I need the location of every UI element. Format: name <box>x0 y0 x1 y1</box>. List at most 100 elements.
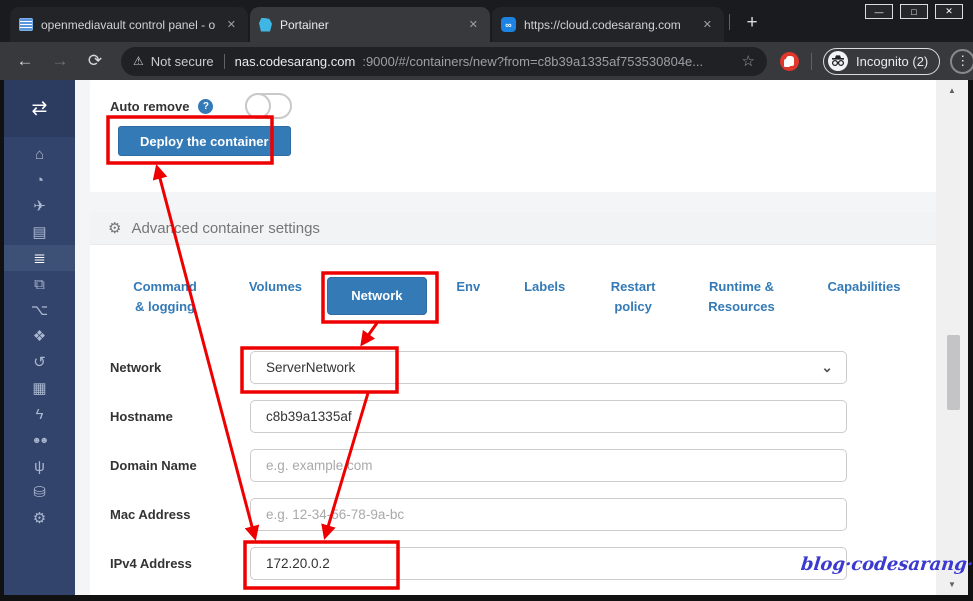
settings-gear-icon: ⚙ <box>108 220 122 237</box>
stacks-icon: ▤ <box>32 224 47 241</box>
openmediavault-favicon <box>19 18 33 31</box>
auto-remove-toggle[interactable] <box>245 93 293 119</box>
portainer-sidebar: ⇄ ⌂ ◔ ✈ ▤ ≣ ⧉ ⌥ ❖ ↺ ▦ ϟ ☻☻ ψ ⛁ ⚙ <box>4 80 75 595</box>
tab-title: Portainer <box>280 17 329 32</box>
hostname-label: Hostname <box>110 409 173 425</box>
toolbar-separator <box>811 52 812 70</box>
hand-icon <box>785 56 794 66</box>
network-form: Network ServerNetwork ⌄ Hostname Domain … <box>90 351 936 581</box>
blog-watermark: blog·codesarang·com <box>799 554 973 575</box>
collapse-arrows-icon: ⇄ <box>31 98 48 119</box>
advanced-settings-panel: ⚙ Advanced container settings Command & … <box>90 212 936 595</box>
minimize-button[interactable]: — <box>865 4 893 19</box>
dashboard-icon: ◔ <box>34 171 45 189</box>
auto-remove-row: Auto remove ? <box>90 80 936 119</box>
tab-portainer[interactable]: Portainer ✕ <box>250 7 490 42</box>
not-secure-label[interactable]: Not secure <box>151 54 214 69</box>
back-icon[interactable]: ← <box>14 51 36 71</box>
tab-runtime-resources[interactable]: Runtime & Resources <box>687 277 797 317</box>
domain-name-input[interactable] <box>250 449 847 483</box>
tab-close-icon[interactable]: ✕ <box>224 18 239 31</box>
users-icon: ☻☻ <box>32 435 49 445</box>
deploy-panel: Auto remove ? Deploy the container <box>90 80 936 192</box>
advanced-settings-header: ⚙ Advanced container settings <box>90 212 936 245</box>
scrollbar-thumb[interactable] <box>947 335 960 410</box>
tab-env[interactable]: Env <box>438 277 498 297</box>
chevron-down-icon: ⌄ <box>821 359 833 376</box>
window-controls: — □ ✕ <box>865 4 963 19</box>
sidebar-item-networks[interactable]: ⌥ <box>4 297 75 323</box>
sidebar-item-host[interactable]: ▦ <box>4 375 75 401</box>
sidebar-item-users[interactable]: ☻☻ <box>4 427 75 453</box>
sidebar-item-containers[interactable]: ≣ <box>4 245 75 271</box>
tab-openmediavault[interactable]: openmediavault control panel - o ✕ <box>10 7 248 42</box>
warning-icon: ⚠ <box>133 54 144 68</box>
close-button[interactable]: ✕ <box>935 4 963 19</box>
sidebar-item-registries[interactable]: ⛁ <box>4 479 75 505</box>
home-icon: ⌂ <box>34 145 45 163</box>
tab-labels[interactable]: Labels <box>510 277 580 297</box>
advanced-settings-title: Advanced container settings <box>131 219 320 237</box>
tab-title: https://cloud.codesarang.com <box>524 17 681 32</box>
network-row: Network ServerNetwork ⌄ <box>90 351 936 385</box>
hostname-row: Hostname <box>90 400 936 434</box>
cubes-icon: ❖ <box>32 328 47 345</box>
browser-toolbar: ← → ⟳ ⚠ Not secure nas.codesarang.com :9… <box>0 42 973 80</box>
auto-remove-label: Auto remove <box>110 98 190 114</box>
plug-icon: ψ <box>34 457 45 475</box>
sidebar-item-dashboard[interactable]: ◔ <box>4 167 75 193</box>
domain-name-label: Domain Name <box>110 458 197 474</box>
mac-row: Mac Address <box>90 498 936 532</box>
new-tab-button[interactable]: + <box>739 10 765 36</box>
page-scrollbar[interactable]: ▲ ▼ <box>936 80 968 595</box>
sidebar-items: ⌂ ◔ ✈ ▤ ≣ ⧉ ⌥ ❖ ↺ ▦ ϟ ☻☻ ψ ⛁ ⚙ <box>4 137 75 531</box>
deploy-container-button[interactable]: Deploy the container <box>118 126 291 156</box>
sidebar-item-images[interactable]: ⧉ <box>4 271 75 297</box>
scroll-up-arrow[interactable]: ▲ <box>936 86 968 95</box>
sidebar-collapse-button[interactable]: ⇄ <box>4 80 75 137</box>
adblock-extension-icon[interactable] <box>780 51 799 71</box>
mac-address-input[interactable] <box>250 498 847 532</box>
sidebar-item-extensions[interactable]: ϟ <box>4 401 75 427</box>
scroll-down-arrow[interactable]: ▼ <box>936 580 968 589</box>
network-label: Network <box>110 360 162 376</box>
sidebar-item-home[interactable]: ⌂ <box>4 141 75 167</box>
help-icon[interactable]: ? <box>198 98 214 114</box>
tab-cloud-codesarang[interactable]: ∞ https://cloud.codesarang.com ✕ <box>492 7 724 42</box>
ipv4-address-label: IPv4 Address <box>110 556 192 572</box>
sidebar-item-settings[interactable]: ⚙ <box>4 505 75 531</box>
layers-icon: ⧉ <box>34 275 45 293</box>
tab-command-logging[interactable]: Command & logging <box>106 277 224 317</box>
maximize-button[interactable]: □ <box>900 4 928 19</box>
tab-capabilities[interactable]: Capabilities <box>808 277 920 297</box>
titlebar: openmediavault control panel - o ✕ Porta… <box>0 0 973 42</box>
refresh-icon[interactable]: ⟳ <box>84 51 106 71</box>
tab-network[interactable]: Network <box>326 277 427 315</box>
network-select[interactable]: ServerNetwork ⌄ <box>250 351 847 385</box>
bolt-icon: ϟ <box>35 405 44 423</box>
sidebar-item-app-templates[interactable]: ✈ <box>4 193 75 219</box>
forward-icon[interactable]: → <box>49 51 71 71</box>
tab-restart-policy[interactable]: Restart policy <box>591 277 675 317</box>
rocket-icon: ✈ <box>33 198 46 215</box>
sidebar-item-volumes[interactable]: ❖ <box>4 323 75 349</box>
bookmark-star-icon[interactable]: ☆ <box>742 52 755 70</box>
incognito-label: Incognito (2) <box>856 53 929 69</box>
sitemap-icon: ⌥ <box>30 302 49 319</box>
tab-close-icon[interactable]: ✕ <box>466 18 481 31</box>
portainer-favicon <box>259 17 272 32</box>
sidebar-item-stacks[interactable]: ▤ <box>4 219 75 245</box>
sidebar-item-endpoints[interactable]: ψ <box>4 453 75 479</box>
address-bar[interactable]: ⚠ Not secure nas.codesarang.com :9000/#/… <box>121 46 767 76</box>
sidebar-item-events[interactable]: ↺ <box>4 349 75 375</box>
ipv4-address-input[interactable] <box>250 547 847 581</box>
hostname-input[interactable] <box>250 400 847 434</box>
incognito-badge[interactable]: Incognito (2) <box>823 47 941 75</box>
grid-icon: ▦ <box>32 380 47 397</box>
tab-volumes[interactable]: Volumes <box>235 277 315 297</box>
tab-title: openmediavault control panel - o <box>41 17 216 32</box>
tab-close-icon[interactable]: ✕ <box>700 18 715 31</box>
network-select-value: ServerNetwork <box>266 360 356 376</box>
incognito-icon <box>828 51 848 71</box>
browser-menu-icon[interactable]: ⋮ <box>950 48 973 74</box>
